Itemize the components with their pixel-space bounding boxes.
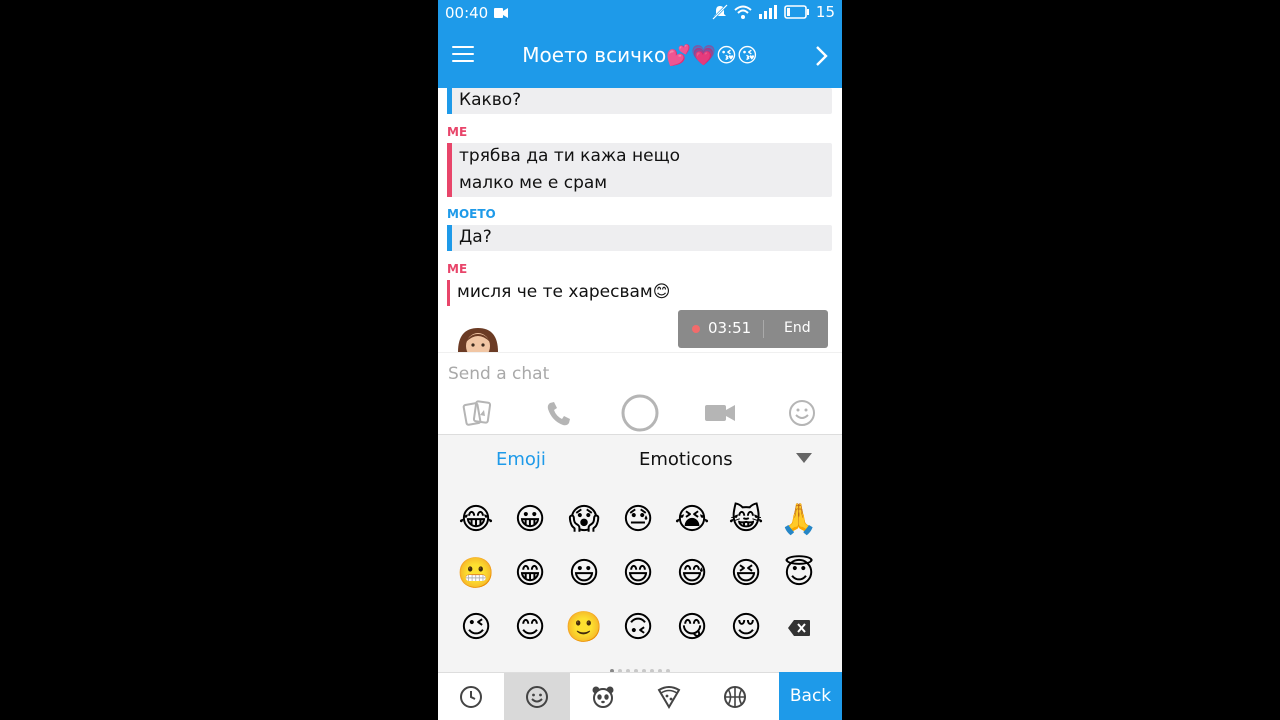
capture-circle-icon[interactable]: [619, 392, 661, 434]
smiley-icon[interactable]: [784, 396, 820, 430]
end-recording-button[interactable]: End: [784, 320, 811, 336]
emoji-key[interactable]: 😄: [618, 554, 658, 594]
recording-indicator: 03:51 End: [678, 310, 828, 348]
tab-emoticons[interactable]: Emoticons: [639, 449, 733, 470]
emoji-key[interactable]: 😭: [672, 500, 712, 540]
emoji-key[interactable]: 😱: [564, 500, 604, 540]
chat-input[interactable]: [446, 361, 830, 387]
emoji-key[interactable]: 😀: [510, 500, 550, 540]
basketball-icon: [724, 686, 746, 708]
emoji-key[interactable]: 😌: [726, 608, 766, 648]
pizza-icon: [657, 686, 681, 709]
emoji-grid: 😂 😀 😱 😓 😭 😹 🙏 😬 😁 😃 😄 😅 😆 😇 😉 😊 🙂 🙃 😋 😌: [438, 484, 842, 672]
emoji-key[interactable]: 😊: [510, 608, 550, 648]
message-bar: [447, 88, 452, 114]
recording-timer: 03:51: [708, 319, 752, 337]
back-button[interactable]: Back: [779, 672, 842, 720]
battery-icon: [784, 5, 809, 19]
sender-label: МОЕТО: [447, 207, 496, 221]
dropdown-arrow-icon[interactable]: [796, 453, 812, 463]
message-text: трябва да ти кажа нещо: [459, 146, 680, 166]
backspace-icon[interactable]: [787, 619, 811, 637]
status-right: 15: [712, 3, 835, 21]
battery-percent: 15: [815, 3, 835, 21]
bitmoji-avatar: [458, 328, 498, 352]
message-text: Какво?: [459, 90, 522, 110]
category-activity[interactable]: [702, 673, 768, 720]
recording-dot-icon: [692, 325, 700, 333]
signal-icon: [758, 5, 777, 19]
chat-input-row: [438, 352, 842, 393]
status-time: 00:40: [445, 4, 489, 22]
page-indicator: [438, 660, 842, 673]
message-text: мисля че те харесвам😊: [457, 282, 671, 302]
message-block: трябва да ти кажа нещо малко ме е срам: [447, 143, 832, 197]
category-recent[interactable]: [438, 673, 504, 720]
emoji-key[interactable]: 😓: [618, 500, 658, 540]
message-bar: [447, 225, 452, 251]
panda-icon: [592, 686, 614, 708]
video-camera-icon[interactable]: [702, 396, 738, 430]
action-row: [438, 392, 842, 434]
emoji-key[interactable]: 🙏: [779, 500, 819, 540]
message-text: малко ме е срам: [459, 173, 608, 193]
emoji-key[interactable]: 😉: [456, 608, 496, 648]
chevron-right-icon[interactable]: [814, 45, 828, 67]
category-animals[interactable]: [570, 673, 636, 720]
cards-icon[interactable]: [460, 396, 496, 430]
status-bar: 00:40 15: [438, 0, 842, 26]
category-smileys[interactable]: [504, 673, 570, 720]
emoji-key[interactable]: 😆: [726, 554, 766, 594]
smiley-icon: [526, 686, 548, 708]
message-bar: [447, 280, 450, 306]
video-record-icon: [494, 8, 508, 18]
divider: [763, 320, 764, 338]
mute-icon: [712, 4, 728, 20]
message-block: мисля че те харесвам😊: [447, 280, 832, 306]
emoji-key[interactable]: 😅: [672, 554, 712, 594]
message-bar: [447, 143, 452, 197]
wifi-icon: [734, 5, 752, 19]
emoji-tab-bar: Emoji Emoticons: [438, 434, 842, 485]
message-block: Да?: [447, 225, 832, 251]
phone-icon[interactable]: [541, 396, 577, 430]
phone-screen: 00:40 15 Моето всичко💕💗😘😘 Какво? ME тряб…: [438, 0, 842, 720]
emoji-key[interactable]: 😂: [456, 500, 496, 540]
emoji-key[interactable]: 🙃: [618, 608, 658, 648]
message-text: Да?: [459, 227, 492, 247]
emoji-key[interactable]: 😃: [564, 554, 604, 594]
emoji-key[interactable]: 😁: [510, 554, 550, 594]
tab-emoji[interactable]: Emoji: [496, 449, 546, 470]
category-food[interactable]: [636, 673, 702, 720]
recent-clock-icon: [460, 686, 482, 708]
sender-label: ME: [447, 262, 468, 276]
emoji-key[interactable]: 😇: [779, 554, 819, 594]
emoji-key[interactable]: 😬: [456, 554, 496, 594]
emoji-key[interactable]: 🙂: [564, 608, 604, 648]
chat-header: Моето всичко💕💗😘😘: [438, 26, 842, 88]
emoji-key[interactable]: 😋: [672, 608, 712, 648]
sender-label: ME: [447, 125, 468, 139]
emoji-key[interactable]: 😹: [726, 500, 766, 540]
message-block: Какво?: [447, 88, 832, 114]
chat-title: Моето всичко💕💗😘😘: [522, 43, 758, 67]
